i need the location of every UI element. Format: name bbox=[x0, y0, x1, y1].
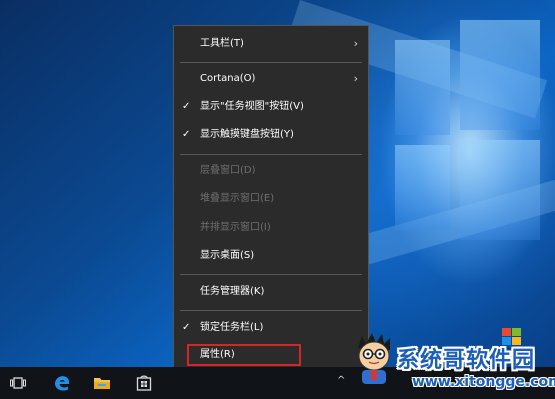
menu-item-toolbars[interactable]: 工具栏(T) › bbox=[174, 34, 368, 54]
menu-item-label: 显示"任务视图"按钮(V) bbox=[200, 101, 304, 112]
menu-item-label: 显示触摸键盘按钮(Y) bbox=[200, 129, 294, 140]
chevron-right-icon: › bbox=[353, 37, 358, 50]
menu-item-show-desktop[interactable]: 显示桌面(S) bbox=[174, 246, 368, 266]
taskbar-context-menu: 工具栏(T) › Cortana(O) › ✓ 显示"任务视图"按钮(V) ✓ … bbox=[173, 25, 369, 370]
menu-item-label: 显示桌面(S) bbox=[200, 250, 255, 261]
window-pane bbox=[460, 20, 540, 130]
menu-item-cascade-windows: 层叠窗口(D) bbox=[174, 161, 368, 181]
edge-icon[interactable] bbox=[52, 373, 72, 393]
menu-item-show-task-view-button[interactable]: ✓ 显示"任务视图"按钮(V) bbox=[174, 97, 368, 117]
checkmark-icon: ✓ bbox=[182, 129, 191, 140]
site-url: www.xitongge.com bbox=[412, 374, 555, 390]
menu-item-side-by-side-windows: 并排显示窗口(I) bbox=[174, 218, 368, 238]
menu-item-label: 锁定任务栏(L) bbox=[200, 322, 264, 333]
store-icon[interactable] bbox=[134, 373, 154, 393]
menu-item-cortana[interactable]: Cortana(O) › bbox=[174, 69, 368, 89]
menu-item-task-manager[interactable]: 任务管理器(K) bbox=[174, 282, 368, 302]
menu-item-stack-windows: 堆叠显示窗口(E) bbox=[174, 189, 368, 209]
menu-item-label: 堆叠显示窗口(E) bbox=[200, 193, 275, 204]
highlight-box bbox=[187, 344, 301, 366]
menu-item-label: 并排显示窗口(I) bbox=[200, 222, 271, 233]
menu-item-label: 层叠窗口(D) bbox=[200, 165, 256, 176]
menu-item-show-touch-keyboard-button[interactable]: ✓ 显示触摸键盘按钮(Y) bbox=[174, 125, 368, 145]
task-view-icon[interactable] bbox=[8, 373, 28, 393]
menu-item-label: 工具栏(T) bbox=[200, 38, 244, 49]
window-pane bbox=[395, 145, 450, 230]
checkmark-icon: ✓ bbox=[182, 322, 191, 333]
menu-separator bbox=[180, 274, 362, 275]
menu-separator bbox=[180, 62, 362, 63]
mascot-logo bbox=[358, 333, 390, 384]
window-pane bbox=[395, 40, 450, 135]
menu-item-label: 任务管理器(K) bbox=[200, 286, 265, 297]
site-watermark: 系统哥软件园 www.xitongge.com bbox=[350, 322, 555, 399]
menu-item-lock-taskbar[interactable]: ✓ 锁定任务栏(L) bbox=[174, 318, 368, 338]
checkmark-icon: ✓ bbox=[182, 101, 191, 112]
file-explorer-icon[interactable] bbox=[92, 373, 112, 393]
window-pane bbox=[460, 140, 540, 240]
menu-separator bbox=[180, 154, 362, 155]
chevron-up-icon[interactable]: ^ bbox=[337, 375, 345, 386]
chevron-right-icon: › bbox=[353, 72, 358, 85]
menu-item-label: Cortana(O) bbox=[200, 73, 256, 84]
menu-separator bbox=[180, 310, 362, 311]
site-name: 系统哥软件园 bbox=[397, 348, 536, 373]
